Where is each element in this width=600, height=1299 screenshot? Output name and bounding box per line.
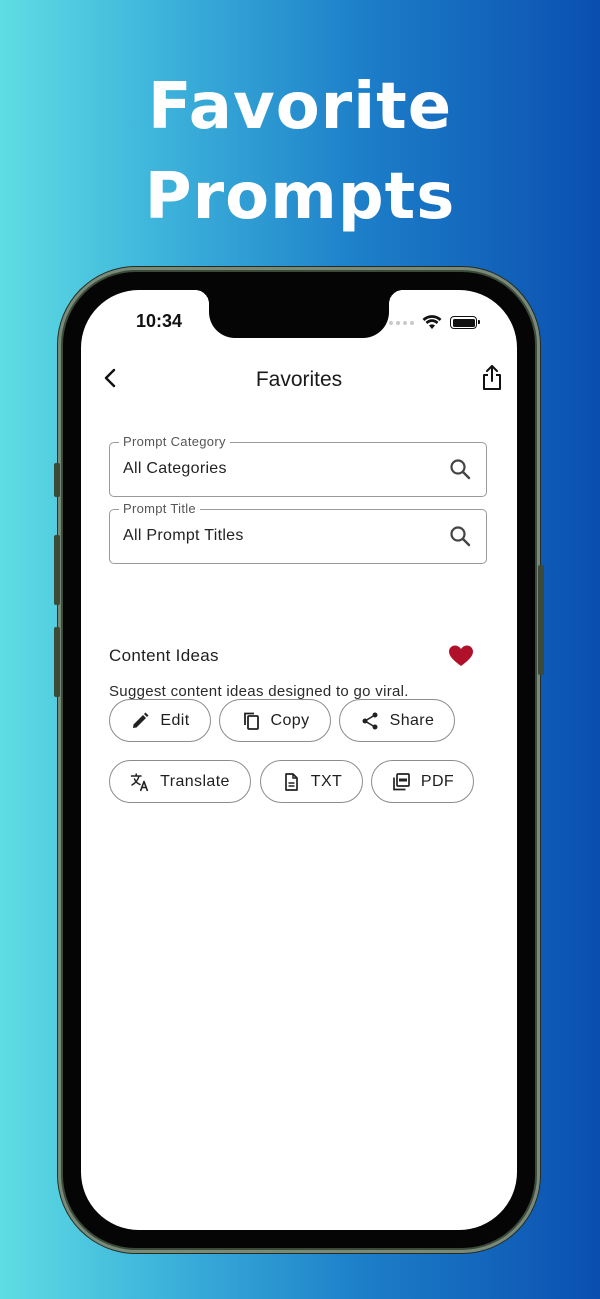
prompt-card-description: Suggest content ideas designed to go vir… — [109, 683, 409, 700]
prompt-category-value[interactable]: All Categories — [123, 460, 227, 478]
promo-headline-line2: Prompts — [144, 160, 456, 234]
txt-button-label: TXT — [310, 772, 343, 790]
prompt-title-field[interactable]: Prompt Title All Prompt Titles — [109, 501, 487, 564]
prompt-title-value[interactable]: All Prompt Titles — [123, 527, 244, 545]
copy-button-label: Copy — [270, 711, 310, 729]
translate-button-label: Translate — [160, 772, 230, 790]
status-icons — [389, 315, 480, 330]
search-icon[interactable] — [448, 457, 472, 481]
phone-frame: 10:34 Favorites Prompt Category All Cate… — [54, 267, 544, 1253]
share-button-label: Share — [389, 711, 435, 729]
pdf-button[interactable]: PDF — [371, 760, 474, 803]
search-icon[interactable] — [448, 524, 472, 548]
share-icon — [362, 712, 378, 729]
status-time: 10:34 — [136, 311, 183, 331]
wifi-icon — [422, 315, 442, 329]
prompt-category-label: Prompt Category — [119, 434, 230, 449]
power-button — [538, 565, 544, 675]
edit-button-label: Edit — [160, 711, 190, 729]
promo-headline: Favorite Prompts — [0, 62, 600, 242]
app-screen: 10:34 Favorites Prompt Category All Cate… — [81, 290, 517, 1230]
txt-button[interactable]: TXT — [260, 760, 363, 803]
share-button[interactable]: Share — [339, 699, 455, 742]
prompt-title-label: Prompt Title — [119, 501, 200, 516]
cellular-dots-icon — [389, 320, 414, 325]
copy-button[interactable]: Copy — [219, 699, 331, 742]
volume-down-button — [54, 627, 60, 697]
volume-up-button — [54, 535, 60, 605]
promo-headline-line1: Favorite — [147, 70, 453, 144]
page-title: Favorites — [255, 368, 343, 391]
translate-icon — [130, 772, 149, 791]
document-icon — [284, 772, 298, 791]
heart-icon[interactable] — [448, 644, 474, 668]
share-upload-icon[interactable] — [479, 364, 505, 392]
mute-switch — [54, 463, 60, 497]
pdf-icon — [393, 772, 410, 790]
prompt-category-field[interactable]: Prompt Category All Categories — [109, 434, 487, 497]
edit-button[interactable]: Edit — [109, 699, 211, 742]
camera-notch — [195, 290, 403, 338]
copy-icon — [243, 712, 259, 730]
pdf-button-label: PDF — [420, 772, 455, 790]
battery-icon — [450, 316, 480, 329]
pencil-icon — [133, 712, 149, 728]
translate-button[interactable]: Translate — [109, 760, 251, 803]
prompt-card-title: Content Ideas — [109, 646, 219, 665]
